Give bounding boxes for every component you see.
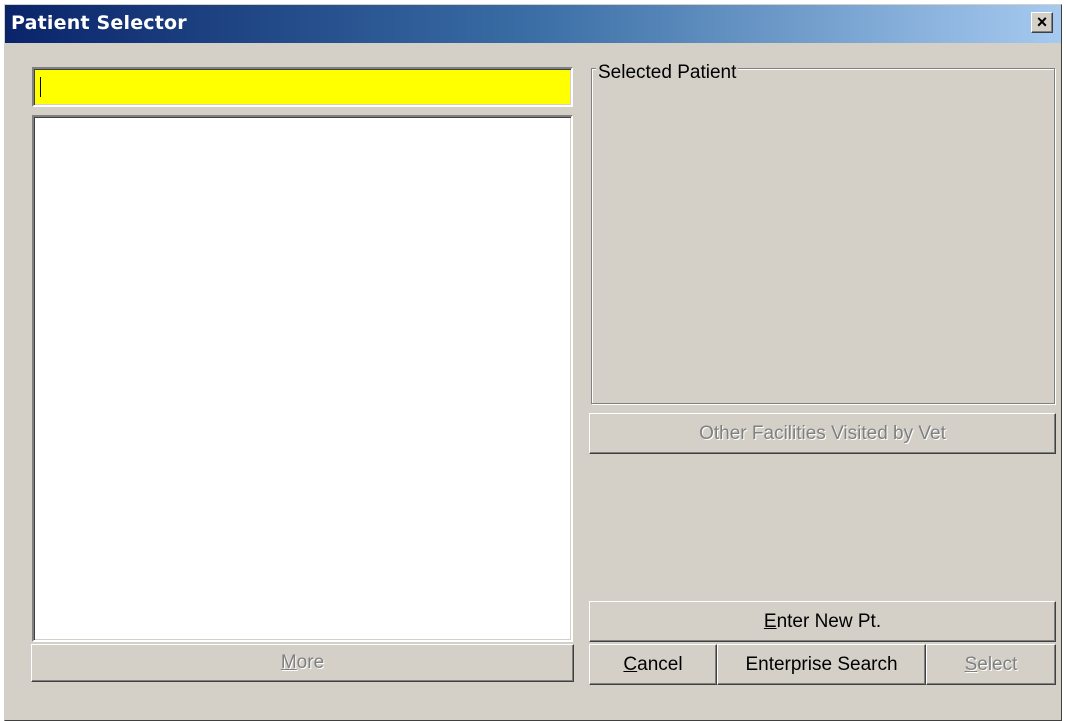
other-facilities-button[interactable]: Other Facilities Visited by Vet [589,413,1056,454]
more-label: ore [296,652,325,673]
patient-selector-window: Patient Selector × More Selected Patient… [4,4,1062,721]
patient-search-input[interactable] [32,67,573,107]
more-button[interactable]: More [31,644,574,682]
title-bar[interactable]: Patient Selector × [5,5,1061,43]
enter-new-patient-button[interactable]: Enter New Pt. [589,601,1056,642]
patient-list[interactable] [32,115,573,642]
close-button[interactable]: × [1031,12,1053,33]
select-label: elect [977,653,1018,675]
selected-patient-group: Selected Patient [591,63,1055,404]
select-button[interactable]: Select [926,644,1056,685]
enterprise-search-button[interactable]: Enterprise Search [717,644,926,685]
enterprise-search-label: Enterprise Search [745,653,898,675]
close-icon: × [1036,12,1048,32]
cancel-accel: C [623,653,638,675]
text-caret [40,77,41,97]
window-title: Patient Selector [11,12,187,34]
cancel-label: ancel [637,653,683,675]
other-facilities-label: Other Facilities Visited by Vet [699,422,946,444]
enter-new-accel: E [763,610,777,632]
cancel-button[interactable]: Cancel [589,644,717,685]
enter-new-label: nter New Pt. [776,610,882,632]
selected-patient-label: Selected Patient [596,62,739,83]
select-accel: S [964,653,978,675]
more-accel: M [280,652,297,673]
